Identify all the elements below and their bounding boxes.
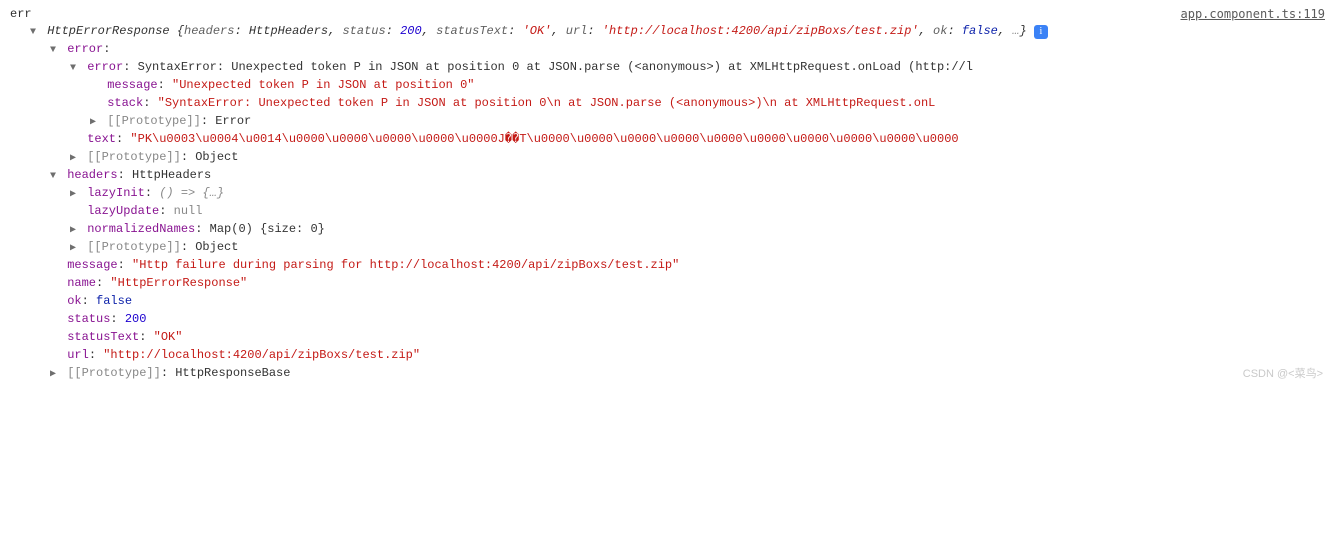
console-log-header: err app.component.ts:119 bbox=[10, 6, 1325, 23]
prop-status[interactable]: status: 200 bbox=[10, 311, 1325, 329]
prop-prototype[interactable]: ▶ [[Prototype]]: Error bbox=[10, 113, 1325, 131]
spacer bbox=[70, 204, 80, 221]
chevron-down-icon[interactable]: ▼ bbox=[50, 168, 60, 185]
prop-normalizednames[interactable]: ▶ normalizedNames: Map(0) {size: 0} bbox=[10, 221, 1325, 239]
chevron-right-icon[interactable]: ▶ bbox=[70, 222, 80, 239]
spacer bbox=[50, 294, 60, 311]
chevron-down-icon[interactable]: ▼ bbox=[50, 42, 60, 59]
prop-lazyinit[interactable]: ▶ lazyInit: () => {…} bbox=[10, 185, 1325, 203]
chevron-right-icon[interactable]: ▶ bbox=[70, 240, 80, 257]
prop-stack[interactable]: stack: "SyntaxError: Unexpected token P … bbox=[10, 95, 1325, 113]
prop-message[interactable]: message: "Http failure during parsing fo… bbox=[10, 257, 1325, 275]
spacer bbox=[90, 96, 100, 113]
spacer bbox=[50, 312, 60, 329]
spacer bbox=[50, 258, 60, 275]
prop-url[interactable]: url: "http://localhost:4200/api/zipBoxs/… bbox=[10, 347, 1325, 365]
prop-ok[interactable]: ok: false bbox=[10, 293, 1325, 311]
prop-headers[interactable]: ▼ headers: HttpHeaders bbox=[10, 167, 1325, 185]
spacer bbox=[70, 132, 80, 149]
spacer bbox=[50, 348, 60, 365]
chevron-down-icon[interactable]: ▼ bbox=[70, 60, 80, 77]
spacer bbox=[50, 330, 60, 347]
chevron-right-icon[interactable]: ▶ bbox=[70, 186, 80, 203]
prop-error-inner[interactable]: ▼ error: SyntaxError: Unexpected token P… bbox=[10, 59, 1325, 77]
prop-error[interactable]: ▼ error: bbox=[10, 41, 1325, 59]
object-summary[interactable]: ▼ HttpErrorResponse {headers: HttpHeader… bbox=[10, 23, 1325, 41]
spacer bbox=[50, 276, 60, 293]
prop-lazyupdate[interactable]: lazyUpdate: null bbox=[10, 203, 1325, 221]
prop-prototype[interactable]: ▶ [[Prototype]]: Object bbox=[10, 239, 1325, 257]
prop-prototype[interactable]: ▶ [[Prototype]]: HttpResponseBase bbox=[10, 365, 1325, 383]
info-icon[interactable]: i bbox=[1034, 25, 1048, 39]
chevron-right-icon[interactable]: ▶ bbox=[90, 114, 100, 131]
prop-text[interactable]: text: "PK\u0003\u0004\u0014\u0000\u0000\… bbox=[10, 131, 1325, 149]
chevron-down-icon[interactable]: ▼ bbox=[30, 24, 40, 41]
prop-message[interactable]: message: "Unexpected token P in JSON at … bbox=[10, 77, 1325, 95]
chevron-right-icon[interactable]: ▶ bbox=[70, 150, 80, 167]
prop-statustext[interactable]: statusText: "OK" bbox=[10, 329, 1325, 347]
log-label: err bbox=[10, 6, 32, 23]
spacer bbox=[90, 78, 100, 95]
prop-name[interactable]: name: "HttpErrorResponse" bbox=[10, 275, 1325, 293]
source-link[interactable]: app.component.ts:119 bbox=[1181, 6, 1326, 23]
object-type: HttpErrorResponse bbox=[47, 24, 169, 38]
watermark: CSDN @<菜鸟> bbox=[1243, 366, 1323, 383]
prop-prototype[interactable]: ▶ [[Prototype]]: Object bbox=[10, 149, 1325, 167]
chevron-right-icon[interactable]: ▶ bbox=[50, 366, 60, 383]
